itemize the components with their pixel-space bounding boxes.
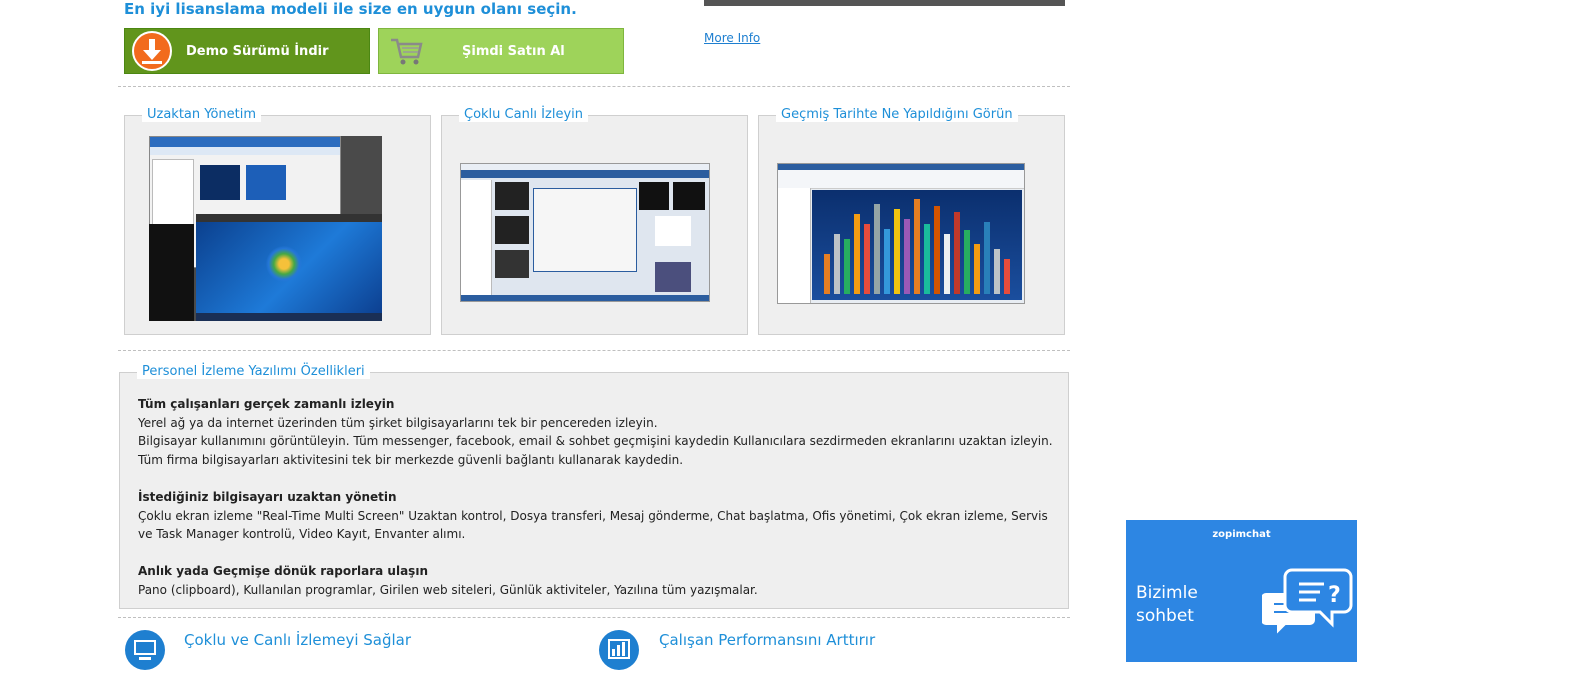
- feature-text: Bilgisayar kullanımını görüntüleyin. Tüm…: [138, 434, 1053, 449]
- live-monitoring-screenshot[interactable]: [460, 163, 710, 302]
- chat-brand-logo: zopimchat: [1212, 529, 1271, 540]
- card-title: Geçmiş Tarihte Ne Yapıldığını Görün: [776, 107, 1018, 122]
- card-remote-management: Uzaktan Yönetim: [124, 107, 431, 335]
- card-title: Uzaktan Yönetim: [142, 107, 262, 122]
- feature-text: Yerel ağ ya da internet üzerinden tüm şi…: [138, 415, 658, 430]
- buy-now-button[interactable]: Şimdi Satın Al: [378, 28, 624, 74]
- shopping-cart-icon: [386, 31, 426, 71]
- features-box: Personel İzleme Yazılımı Özellikleri Tüm…: [119, 364, 1069, 609]
- chat-widget[interactable]: zopimchat Bizimle sohbet ?: [1126, 520, 1357, 662]
- feature-text: Tüm firma bilgisayarları aktivitesini te…: [138, 453, 684, 468]
- divider: [118, 86, 1070, 87]
- card-live-monitoring: Çoklu Canlı İzleyin: [441, 107, 748, 335]
- monitor-icon: [125, 630, 165, 670]
- download-icon: [132, 31, 172, 71]
- demo-download-button[interactable]: Demo Sürümü İndir: [124, 28, 370, 74]
- bar-chart-icon: [599, 630, 639, 670]
- chat-bubble-icon: ?: [1259, 566, 1354, 652]
- svg-text:?: ?: [1328, 583, 1341, 608]
- feature-heading: Anlık yada Geçmişe dönük raporlara ulaşı…: [138, 563, 428, 578]
- license-headline: En iyi lisanslama modeli ile size en uyg…: [124, 0, 577, 18]
- feature-text: Pano (clipboard), Kullanılan programlar,…: [138, 582, 758, 597]
- multi-live-monitoring-link[interactable]: Çoklu ve Canlı İzlemeyi Sağlar: [184, 631, 411, 649]
- top-dark-bar: [704, 0, 1065, 6]
- chat-label-line1: Bizimle: [1136, 583, 1198, 603]
- feature-text: Çoklu ekran izleme "Real-Time Multi Scre…: [138, 508, 1048, 542]
- divider: [118, 617, 1070, 618]
- more-info-link[interactable]: More Info: [704, 31, 760, 45]
- features-title: Personel İzleme Yazılımı Özellikleri: [137, 364, 370, 379]
- chat-label-line2: sohbet: [1136, 606, 1194, 626]
- buy-now-label: Şimdi Satın Al: [462, 43, 565, 59]
- card-history: Geçmiş Tarihte Ne Yapıldığını Görün: [758, 107, 1065, 335]
- demo-download-label: Demo Sürümü İndir: [186, 43, 329, 59]
- feature-heading: Tüm çalışanları gerçek zamanlı izleyin: [138, 397, 395, 411]
- divider: [118, 350, 1070, 351]
- remote-management-screenshot[interactable]: [149, 136, 382, 321]
- history-report-screenshot[interactable]: [777, 163, 1025, 304]
- card-title: Çoklu Canlı İzleyin: [459, 107, 588, 122]
- employee-performance-link[interactable]: Çalışan Performansını Arttırır: [659, 631, 875, 649]
- feature-heading: İstediğiniz bilgisayarı uzaktan yönetin: [138, 489, 397, 504]
